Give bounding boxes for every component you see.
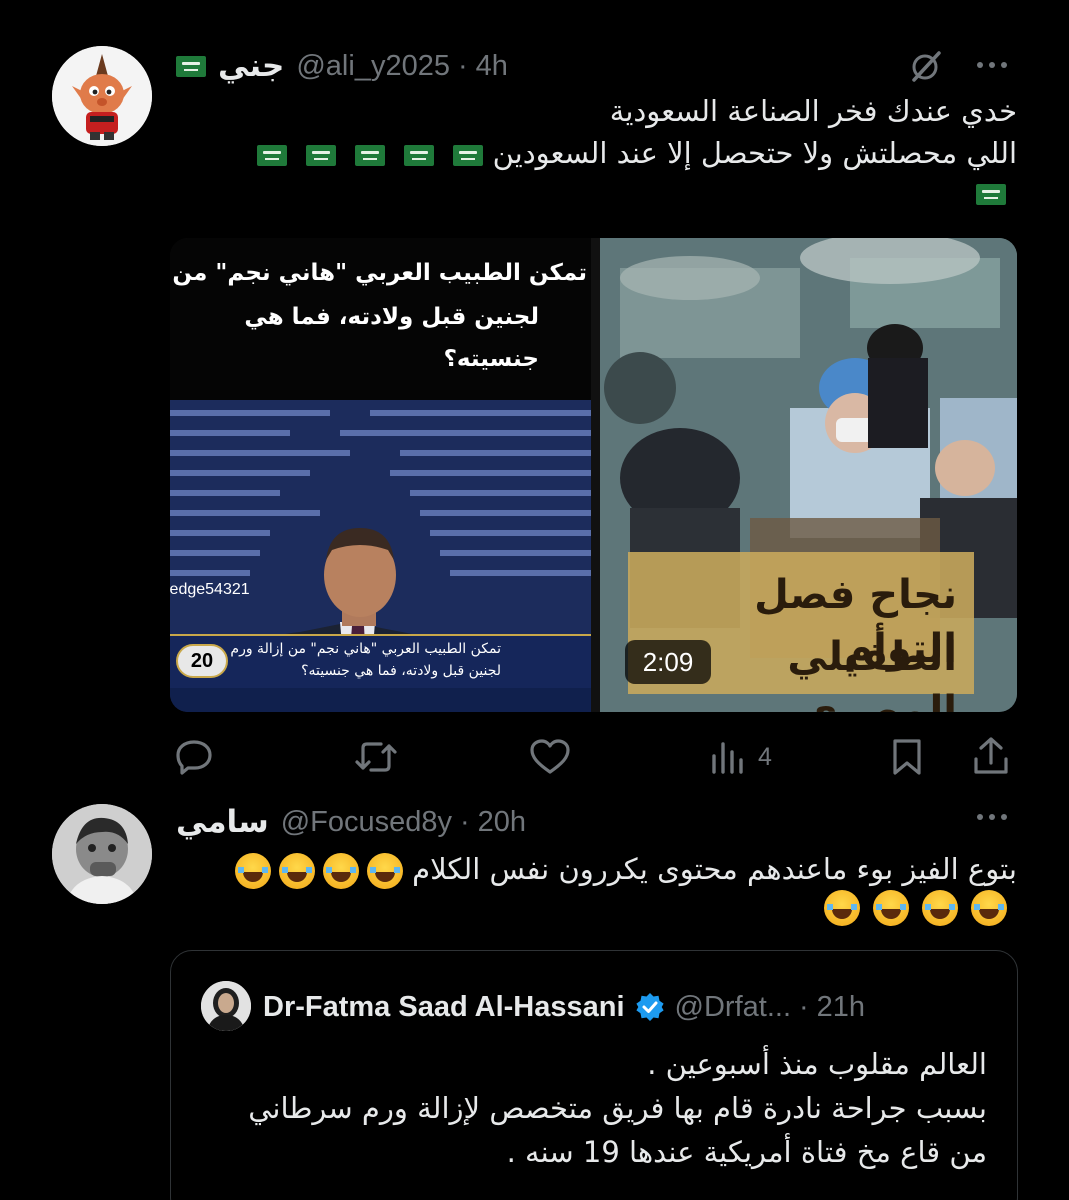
flags-row bbox=[257, 144, 484, 166]
timestamp[interactable]: 4h bbox=[476, 50, 508, 83]
quote-text-line3: من قاع مخ فتاة أمريكية عندها 19 سنه . bbox=[506, 1135, 987, 1169]
saudi-flag-icon bbox=[306, 144, 337, 166]
retweet-button[interactable] bbox=[355, 738, 397, 776]
video-media[interactable]: تمكن الطبيب العربي "هاني نجم" من إزالة و… bbox=[170, 238, 1017, 712]
display-name[interactable]: سامي bbox=[176, 804, 269, 840]
grok-icon[interactable] bbox=[908, 48, 944, 84]
tweet-text-line1: بتوع الفيز بوء ماعندهم محتوى يكررون نفس … bbox=[177, 846, 1017, 892]
saudi-flag-icon bbox=[976, 184, 1006, 205]
user-handle: @Drfat... bbox=[674, 990, 791, 1023]
reply-icon bbox=[176, 740, 212, 775]
goblin-avatar-image bbox=[52, 46, 152, 146]
like-button[interactable] bbox=[529, 738, 571, 776]
news-screenshot: تمكن الطبيب العربي "هاني نجم" من إزالة و… bbox=[170, 238, 591, 712]
laughing-emoji bbox=[971, 890, 1007, 926]
display-name: Dr-Fatma Saad Al-Hassani bbox=[263, 990, 625, 1023]
laughing-emoji bbox=[824, 890, 860, 926]
laughing-emoji bbox=[322, 853, 359, 889]
reply-button[interactable] bbox=[174, 736, 214, 776]
video-duration-badge: 2:09 bbox=[625, 640, 711, 684]
share-icon bbox=[974, 737, 1008, 774]
quoted-tweet[interactable]: Dr-Fatma Saad Al-Hassani @Drfat... · 21h… bbox=[170, 950, 1018, 1200]
ticker-bottom-band bbox=[170, 688, 591, 712]
saudi-flag-icon bbox=[453, 144, 484, 166]
views-button[interactable]: 4 bbox=[710, 738, 772, 776]
laughing-emoji bbox=[873, 890, 909, 926]
laughing-emoji bbox=[278, 853, 315, 889]
tweet-text: بتوع الفيز بوء ماعندهم محتوى يكررون نفس … bbox=[412, 852, 1017, 886]
tweet-text-line2: اللي محصلتش ولا حتحصل إلا عند السعودين bbox=[157, 132, 1017, 174]
saudi-flag-icon bbox=[355, 144, 386, 166]
more-icon[interactable] bbox=[972, 54, 1012, 76]
emoji-row bbox=[234, 853, 403, 889]
separator: · bbox=[459, 805, 470, 838]
user-handle[interactable]: @Focused8y bbox=[281, 806, 452, 839]
views-icon bbox=[712, 742, 743, 774]
separator: · bbox=[457, 49, 468, 82]
saudi-flag-icon bbox=[176, 55, 206, 77]
avatar bbox=[201, 981, 251, 1031]
news-title-line2: لجنين قبل ولادته، فما هي جنسيته؟ bbox=[244, 304, 539, 372]
timestamp: 21h bbox=[816, 990, 866, 1023]
timestamp[interactable]: 20h bbox=[478, 806, 526, 839]
user-handle[interactable]: @ali_y2025 bbox=[296, 50, 450, 83]
quote-text-line2: بسبب جراحة نادرة قام بها فريق متخصص لإزا… bbox=[248, 1091, 987, 1125]
saudi-flag-icon bbox=[257, 144, 288, 166]
tweet-header: سامي @Focused8y · 20h bbox=[176, 800, 526, 844]
avatar[interactable] bbox=[52, 804, 152, 904]
ticker-line2: لجنين قبل ولادته، فما هي جنسيته؟ bbox=[301, 663, 501, 679]
tweet-header: جني @ali_y2025 · 4h bbox=[176, 44, 508, 88]
more-icon[interactable] bbox=[972, 806, 1012, 828]
separator: · bbox=[799, 990, 809, 1023]
laughing-emoji bbox=[922, 890, 958, 926]
avatar[interactable] bbox=[52, 46, 152, 146]
views-count: 4 bbox=[758, 742, 772, 771]
bookmark-icon bbox=[893, 739, 921, 775]
child-avatar-image bbox=[52, 804, 152, 904]
profile-photo bbox=[201, 981, 251, 1031]
tweet-text-line1: خدي عندك فخر الصناعة السعودية bbox=[609, 94, 1017, 128]
ticker-line1: تمكن الطبيب العربي "هاني نجم" من إزالة و… bbox=[230, 641, 501, 657]
verified-badge-icon bbox=[635, 993, 664, 1021]
display-name[interactable]: جني bbox=[218, 48, 284, 84]
saudi-flag-icon bbox=[404, 144, 435, 166]
share-button[interactable] bbox=[972, 735, 1010, 777]
tweet-text-line2-text: اللي محصلتش ولا حتحصل إلا عند السعودين bbox=[492, 136, 1017, 170]
quote-text-line1: العالم مقلوب منذ أسبوعين . bbox=[647, 1047, 987, 1081]
news-title-line1: تمكن الطبيب العربي "هاني نجم" من إزالة و bbox=[170, 260, 587, 286]
laughing-emoji bbox=[366, 853, 403, 889]
bookmark-button[interactable] bbox=[890, 737, 924, 777]
retweet-icon bbox=[355, 742, 397, 772]
like-icon bbox=[530, 739, 570, 774]
emoji-row-2 bbox=[824, 890, 1007, 926]
news-ticker: 20 تمكن الطبيب العربي "هاني نجم" من إزال… bbox=[170, 634, 591, 688]
laughing-emoji bbox=[234, 853, 271, 889]
ticker-handle: ledge54321 bbox=[170, 581, 250, 598]
quote-header: Dr-Fatma Saad Al-Hassani @Drfat... · 21h bbox=[263, 985, 865, 1029]
